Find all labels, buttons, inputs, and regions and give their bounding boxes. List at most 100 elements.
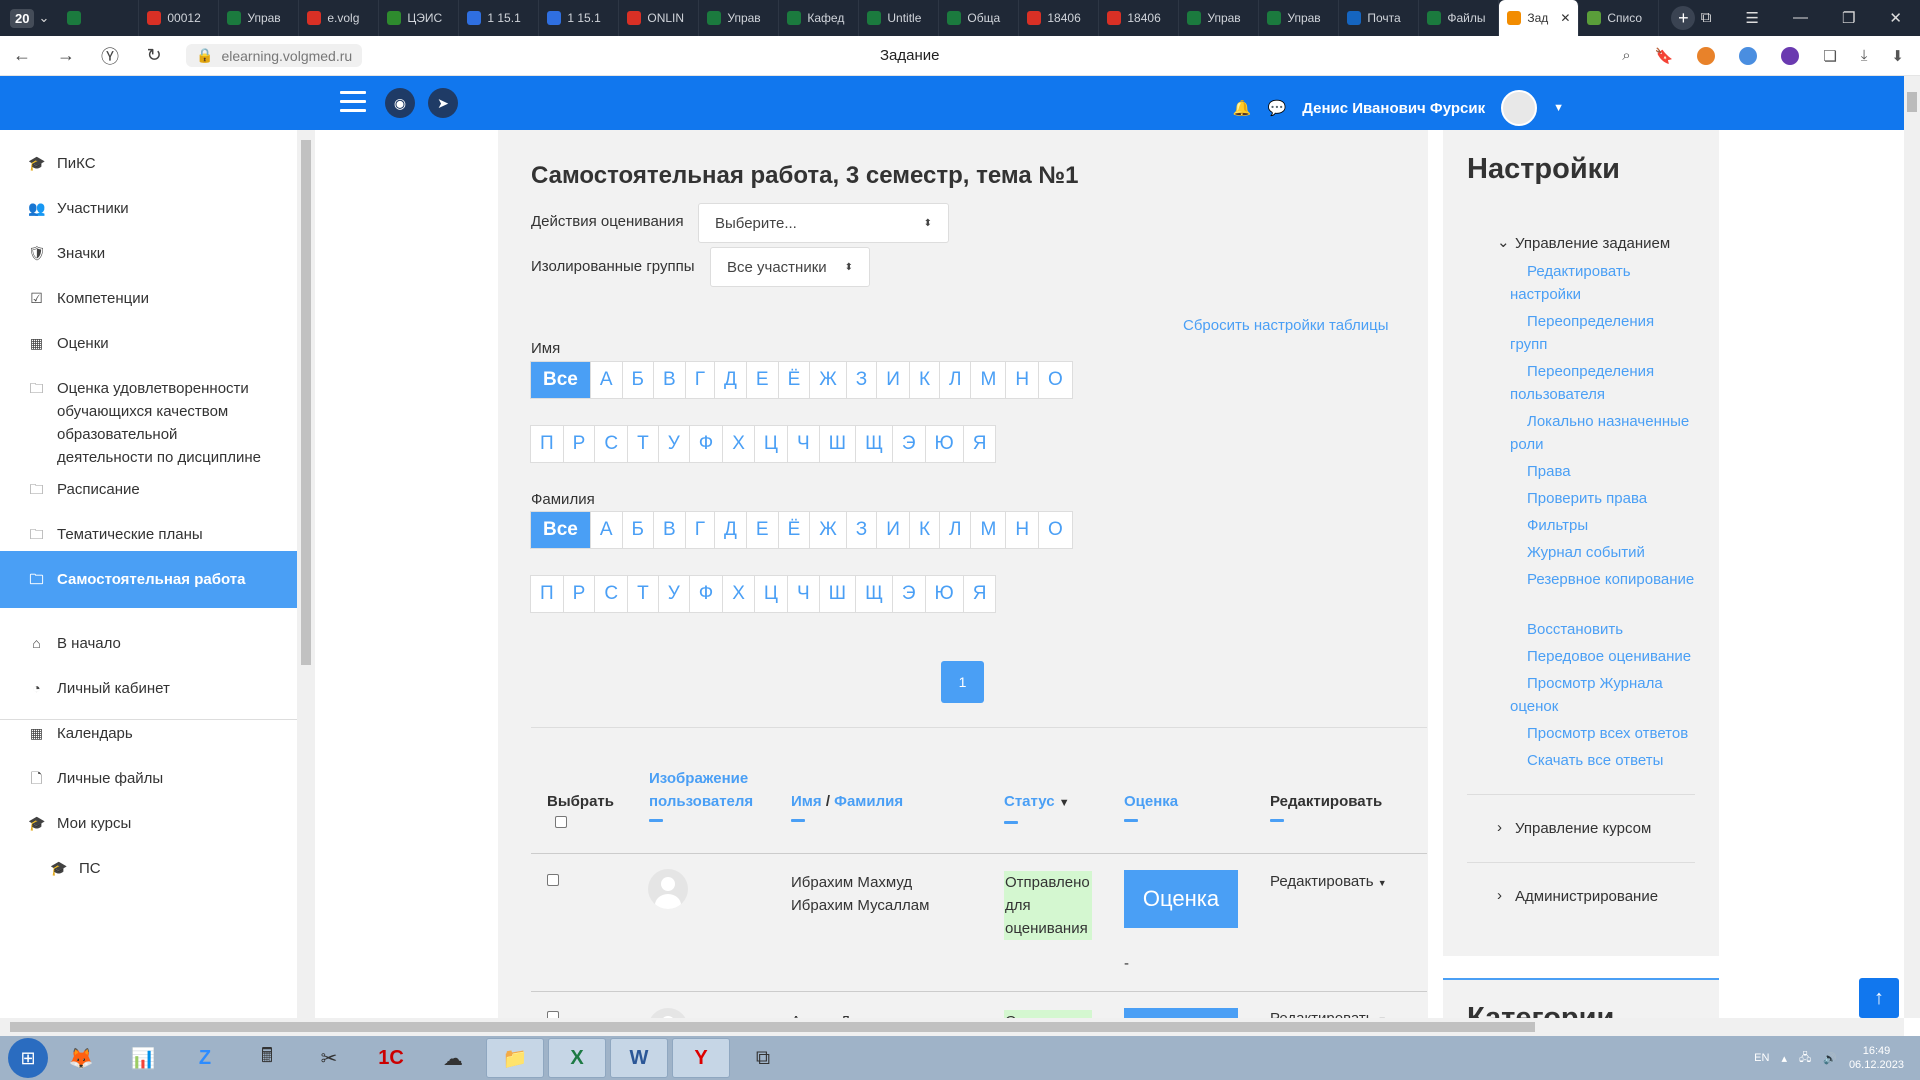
hamburger-menu-icon[interactable] — [340, 91, 366, 113]
col-status[interactable]: Статус ▼ — [1004, 790, 1070, 824]
letter-filter-button[interactable]: Ц — [753, 575, 788, 613]
row-checkbox[interactable] — [547, 874, 559, 886]
reload-icon[interactable]: ↻ — [132, 45, 176, 66]
letter-filter-button[interactable]: Щ — [855, 575, 893, 613]
sort-by-lastname-link[interactable]: Фамилия — [834, 793, 903, 810]
settings-link[interactable]: Переопределения групп — [1510, 310, 1695, 356]
close-window-icon[interactable]: ✕ — [1889, 9, 1902, 27]
browser-tab[interactable]: ONLIN — [619, 0, 700, 36]
settings-link[interactable]: Просмотр Журнала оценок — [1510, 672, 1695, 718]
user-name[interactable]: Денис Иванович Фурсик — [1302, 100, 1485, 117]
letter-filter-button[interactable]: Э — [891, 425, 926, 463]
globe-icon[interactable]: ◉ — [385, 88, 415, 118]
telegram-icon[interactable]: ➤ — [428, 88, 458, 118]
excel-icon[interactable]: X — [548, 1038, 606, 1078]
letter-filter-button[interactable]: А — [589, 511, 623, 549]
browser-tab[interactable]: Почта — [1339, 0, 1420, 36]
user-picture-icon[interactable] — [648, 1008, 688, 1018]
forward-icon[interactable]: → — [44, 45, 88, 66]
letter-filter-button[interactable]: Г — [684, 361, 715, 399]
presentation-app-icon[interactable]: 📊 — [114, 1038, 172, 1078]
letter-filter-button[interactable]: Ю — [924, 425, 964, 463]
letter-filter-button[interactable]: Ё — [777, 511, 811, 549]
settings-link[interactable]: Журнал событий — [1510, 541, 1695, 564]
sidebar-item[interactable]: 🛡 Значки — [0, 242, 297, 265]
letter-filter-button[interactable]: Е — [745, 511, 779, 549]
letter-filter-button[interactable]: Е — [745, 361, 779, 399]
sidebar-item[interactable]: 🎓 ПС — [0, 857, 297, 880]
browser-tab[interactable]: Обща — [939, 0, 1020, 36]
sidebar-item[interactable]: ▦ Оценки — [0, 332, 297, 355]
sidebar-item[interactable]: 🗀 Расписание — [0, 478, 297, 501]
browser-tab[interactable]: ЦЭИС — [379, 0, 460, 36]
collapse-column-icon[interactable] — [649, 819, 663, 822]
letter-filter-button[interactable]: Ч — [786, 425, 820, 463]
letter-filter-button[interactable]: Ю — [924, 575, 964, 613]
col-grade[interactable]: Оценка — [1124, 790, 1178, 822]
letter-filter-button[interactable]: Х — [722, 575, 755, 613]
page-vertical-scrollbar[interactable] — [1904, 76, 1920, 1018]
browser-tab[interactable]: Управ — [1259, 0, 1340, 36]
col-picture[interactable]: Изображение пользователя — [649, 767, 769, 822]
letter-filter-button[interactable]: Ж — [809, 511, 847, 549]
volume-icon[interactable]: 🔊 — [1823, 1052, 1837, 1065]
sort-by-firstname-link[interactable]: Имя — [791, 793, 822, 810]
browser-tab[interactable]: Управ — [219, 0, 300, 36]
word-icon[interactable]: W — [610, 1038, 668, 1078]
letter-filter-button[interactable]: Ш — [818, 575, 857, 613]
letter-filter-button[interactable]: З — [845, 361, 878, 399]
course-admin-node[interactable]: › Управление курсом — [1497, 819, 1651, 837]
grading-actions-select[interactable]: Выберите... ⬍ — [698, 203, 949, 243]
clock[interactable]: 16:49 06.12.2023 — [1849, 1044, 1904, 1072]
letter-filter-button[interactable]: Д — [714, 361, 747, 399]
settings-link[interactable]: Редактировать настройки — [1510, 260, 1695, 306]
letter-filter-button[interactable]: Р — [562, 575, 596, 613]
letter-filter-button[interactable]: И — [876, 511, 910, 549]
caret-down-icon[interactable]: ▼ — [1553, 102, 1564, 114]
letter-filter-button[interactable]: П — [530, 575, 564, 613]
calculator-icon[interactable]: 🖩 — [238, 1038, 296, 1078]
letter-filter-button[interactable]: Б — [621, 511, 655, 549]
translate-icon[interactable] — [1781, 46, 1800, 65]
tray-arrow-icon[interactable]: ▴ — [1781, 1052, 1787, 1065]
collapse-column-icon[interactable] — [1270, 819, 1284, 822]
cloud-app-icon[interactable]: ☁ — [424, 1038, 482, 1078]
settings-link[interactable]: Права — [1510, 460, 1695, 483]
letter-filter-button[interactable]: У — [657, 425, 690, 463]
sidebar-item[interactable]: 🗀 Самостоятельная работа — [0, 551, 297, 608]
language-indicator[interactable]: EN — [1754, 1052, 1769, 1064]
download-icon[interactable]: ⬇ — [1891, 47, 1904, 65]
back-to-top-button[interactable]: ↑ — [1859, 978, 1899, 1018]
browser-tab[interactable]: e.volg — [299, 0, 380, 36]
letter-filter-button[interactable]: К — [908, 511, 941, 549]
settings-link[interactable]: Переопределения пользователя — [1510, 360, 1695, 406]
letter-filter-button[interactable]: Д — [714, 511, 747, 549]
yandex-browser-icon[interactable]: Y — [672, 1038, 730, 1078]
letter-filter-button[interactable]: Все — [530, 511, 591, 549]
settings-link[interactable]: Проверить права — [1510, 487, 1695, 510]
letter-filter-button[interactable]: В — [653, 511, 686, 549]
letter-filter-button[interactable]: М — [970, 361, 1007, 399]
letter-filter-button[interactable]: И — [876, 361, 910, 399]
letter-filter-button[interactable]: Ф — [688, 425, 724, 463]
letter-filter-button[interactable]: Г — [684, 511, 715, 549]
letter-filter-button[interactable]: Ш — [818, 425, 857, 463]
letter-filter-button[interactable]: А — [589, 361, 623, 399]
sidebar-item[interactable]: 🎓 Мои курсы — [0, 812, 297, 835]
browser-tab[interactable]: Списо — [1579, 0, 1660, 36]
downloads-badge-icon[interactable]: ⤓ — [1861, 47, 1868, 64]
settings-link[interactable]: Просмотр всех ответов — [1510, 722, 1695, 745]
site-admin-node[interactable]: › Администрирование — [1497, 887, 1658, 905]
collections-icon[interactable]: ❏ — [1823, 47, 1836, 65]
settings-link[interactable]: Передовое оценивание — [1510, 645, 1695, 668]
row-student-name[interactable]: Ахмад Джумах — [791, 1010, 941, 1018]
letter-filter-button[interactable]: Т — [627, 575, 659, 613]
letter-filter-button[interactable]: Ч — [786, 575, 820, 613]
restore-icon[interactable]: ❐ — [1842, 9, 1855, 27]
settings-link[interactable]: Фильтры — [1510, 514, 1695, 537]
settings-link[interactable]: Скачать все ответы — [1510, 749, 1695, 772]
letter-filter-button[interactable]: Ф — [688, 575, 724, 613]
collapse-column-icon[interactable] — [1124, 819, 1138, 822]
letter-filter-button[interactable]: О — [1038, 361, 1073, 399]
reset-table-link[interactable]: Сбросить настройки таблицы — [1183, 317, 1388, 334]
